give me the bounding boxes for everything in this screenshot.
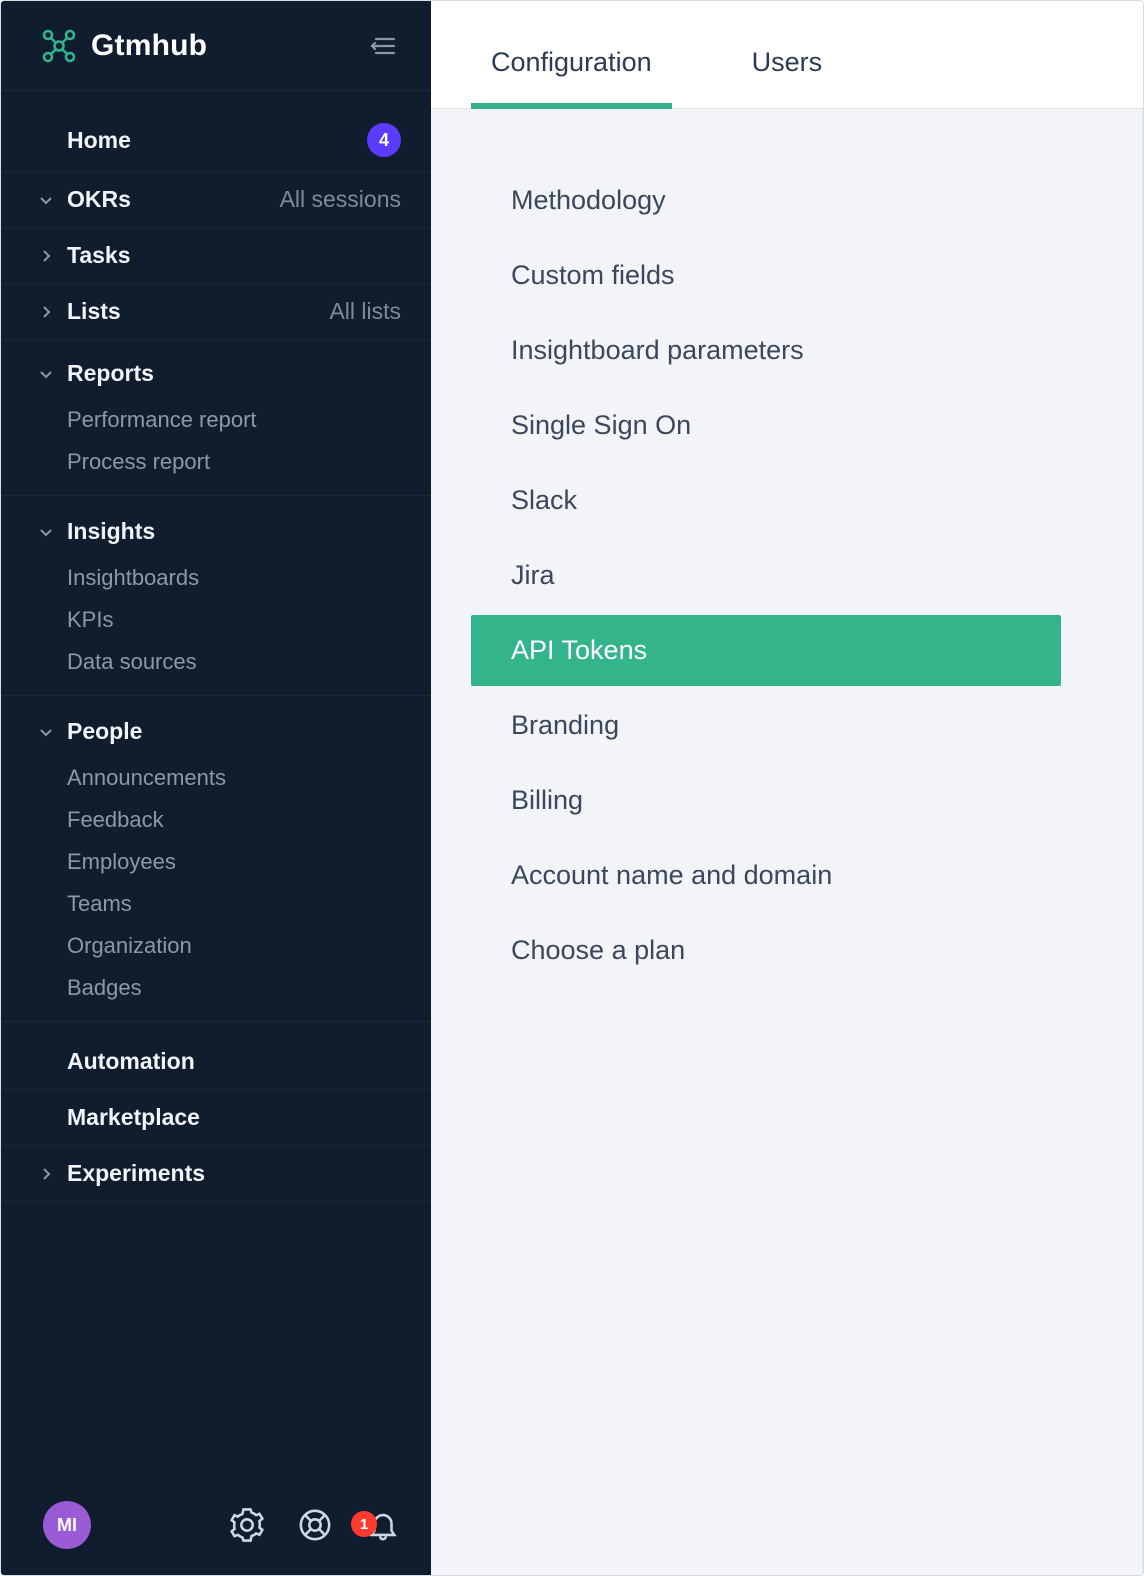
sidebar-item-home[interactable]: Home 4 <box>1 109 431 172</box>
sidebar-item-label: Reports <box>67 360 154 387</box>
sidebar-item-label: Marketplace <box>67 1104 200 1131</box>
config-item-custom-fields[interactable]: Custom fields <box>471 240 1061 311</box>
config-item-api-tokens[interactable]: API Tokens <box>471 615 1061 686</box>
home-badge: 4 <box>367 123 401 157</box>
sidebar-subitem-process-report[interactable]: Process report <box>1 441 431 483</box>
sidebar-item-automation[interactable]: Automation <box>1 1034 431 1090</box>
sidebar-item-meta[interactable]: All lists <box>329 298 401 325</box>
sidebar-subitem-organization[interactable]: Organization <box>1 925 431 967</box>
sidebar-subitem-announcements[interactable]: Announcements <box>1 757 431 799</box>
configuration-menu: Methodology Custom fields Insightboard p… <box>471 165 1061 986</box>
sidebar-item-label: Home <box>67 127 131 154</box>
sidebar-item-reports[interactable]: Reports <box>1 340 431 399</box>
brand-logo[interactable]: Gtmhub <box>39 26 207 66</box>
sidebar-item-insights[interactable]: Insights <box>1 508 431 557</box>
sidebar-subitem-kpis[interactable]: KPIs <box>1 599 431 641</box>
avatar[interactable]: MI <box>43 1501 91 1549</box>
sidebar-subitem-feedback[interactable]: Feedback <box>1 799 431 841</box>
sidebar-subitem-employees[interactable]: Employees <box>1 841 431 883</box>
lifebuoy-icon <box>298 1508 332 1542</box>
chevron-down-icon <box>39 525 53 539</box>
logo-icon <box>39 26 79 66</box>
sidebar-item-marketplace[interactable]: Marketplace <box>1 1090 431 1146</box>
chevron-right-icon <box>39 305 53 319</box>
divider <box>1 695 431 696</box>
chevron-right-icon <box>39 1167 53 1181</box>
notifications-button[interactable]: 1 <box>363 1505 403 1545</box>
divider <box>1 495 431 496</box>
chevron-down-icon <box>39 367 53 381</box>
sidebar-item-okrs[interactable]: OKRs All sessions <box>1 172 431 228</box>
collapse-sidebar-button[interactable] <box>365 28 401 64</box>
sidebar: Gtmhub Home 4 OKRs All sessions <box>1 1 431 1575</box>
sidebar-header: Gtmhub <box>1 1 431 91</box>
sidebar-subitem-datasources[interactable]: Data sources <box>1 641 431 683</box>
config-item-jira[interactable]: Jira <box>471 540 1061 611</box>
sidebar-subitem-performance-report[interactable]: Performance report <box>1 399 431 441</box>
sidebar-item-label: People <box>67 718 142 745</box>
sidebar-item-people[interactable]: People <box>1 708 431 757</box>
notification-badge: 1 <box>351 1511 377 1537</box>
tab-users[interactable]: Users <box>732 47 843 108</box>
sidebar-subitem-insightboards[interactable]: Insightboards <box>1 557 431 599</box>
sidebar-item-label: Tasks <box>67 242 131 269</box>
configuration-panel: Methodology Custom fields Insightboard p… <box>431 109 1143 1575</box>
config-item-slack[interactable]: Slack <box>471 465 1061 536</box>
app-shell: Gtmhub Home 4 OKRs All sessions <box>0 0 1144 1576</box>
tab-configuration[interactable]: Configuration <box>471 47 672 108</box>
config-item-billing[interactable]: Billing <box>471 765 1061 836</box>
main-content: Configuration Users Methodology Custom f… <box>431 1 1143 1575</box>
sidebar-item-label: Insights <box>67 518 155 545</box>
sidebar-footer: MI 1 <box>1 1475 431 1575</box>
sidebar-subitem-teams[interactable]: Teams <box>1 883 431 925</box>
gear-icon <box>230 1508 264 1542</box>
sidebar-item-meta[interactable]: All sessions <box>280 186 401 213</box>
config-item-account-name-domain[interactable]: Account name and domain <box>471 840 1061 911</box>
sidebar-item-label: Automation <box>67 1048 195 1075</box>
tabs-bar: Configuration Users <box>431 1 1143 109</box>
sidebar-item-experiments[interactable]: Experiments <box>1 1146 431 1202</box>
divider <box>1 1021 431 1022</box>
config-item-choose-plan[interactable]: Choose a plan <box>471 915 1061 986</box>
help-button[interactable] <box>295 1505 335 1545</box>
sidebar-item-lists[interactable]: Lists All lists <box>1 284 431 340</box>
config-item-methodology[interactable]: Methodology <box>471 165 1061 236</box>
collapse-icon <box>368 31 398 61</box>
sidebar-item-tasks[interactable]: Tasks <box>1 228 431 284</box>
sidebar-item-label: Lists <box>67 298 121 325</box>
config-item-insightboard-parameters[interactable]: Insightboard parameters <box>471 315 1061 386</box>
sidebar-item-label: Experiments <box>67 1160 205 1187</box>
chevron-down-icon <box>39 725 53 739</box>
config-item-sso[interactable]: Single Sign On <box>471 390 1061 461</box>
sidebar-subitem-badges[interactable]: Badges <box>1 967 431 1009</box>
settings-button[interactable] <box>227 1505 267 1545</box>
chevron-down-icon <box>39 193 53 207</box>
sidebar-item-label: OKRs <box>67 186 131 213</box>
sidebar-nav: Home 4 OKRs All sessions Tasks <box>1 91 431 1475</box>
config-item-branding[interactable]: Branding <box>471 690 1061 761</box>
brand-name: Gtmhub <box>91 29 207 63</box>
chevron-right-icon <box>39 249 53 263</box>
